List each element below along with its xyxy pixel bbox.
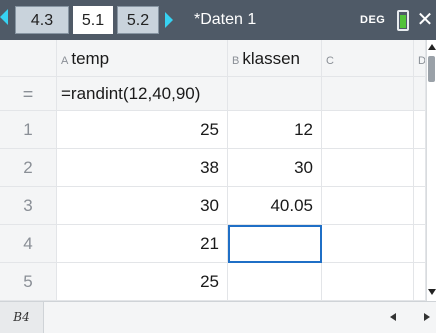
cell-c[interactable] bbox=[322, 225, 414, 263]
title-bar: 4.3 5.1 5.2 *Daten 1 DEG ✕ bbox=[0, 0, 436, 40]
scrollbar-thumb[interactable] bbox=[428, 56, 435, 82]
cell-reference: B4 bbox=[0, 302, 44, 333]
formula-symbol: = bbox=[22, 84, 34, 104]
table-row: 2 38 30 bbox=[0, 149, 426, 187]
angle-mode-indicator: DEG bbox=[360, 14, 386, 26]
corner-cell[interactable] bbox=[0, 40, 57, 77]
column-letter: D bbox=[418, 55, 426, 67]
column-formula: =randint(12,40,90) bbox=[61, 84, 201, 103]
column-letter: B bbox=[232, 55, 240, 67]
selected-cell-b4[interactable] bbox=[228, 225, 322, 263]
cell-a[interactable]: 38 bbox=[57, 149, 228, 187]
column-name: klassen bbox=[242, 49, 300, 68]
cell-b[interactable]: 12 bbox=[228, 111, 322, 149]
document-title: *Daten 1 bbox=[194, 11, 257, 28]
table-row: 1 25 12 bbox=[0, 111, 426, 149]
row-number[interactable]: 4 bbox=[0, 225, 57, 263]
scroll-up-icon[interactable] bbox=[428, 44, 436, 50]
formula-cell-a[interactable]: =randint(12,40,90) bbox=[57, 77, 228, 111]
cell-d[interactable] bbox=[414, 225, 426, 263]
column-header-row: Atemp Bklassen C D bbox=[0, 40, 426, 77]
arrow-right-icon[interactable] bbox=[165, 12, 173, 28]
column-header-b[interactable]: Bklassen bbox=[228, 40, 322, 77]
cell-d[interactable] bbox=[414, 263, 426, 301]
column-name: temp bbox=[71, 49, 110, 68]
formula-row: = =randint(12,40,90) bbox=[0, 77, 426, 111]
battery-icon bbox=[397, 10, 409, 31]
cell-b[interactable]: 30 bbox=[228, 149, 322, 187]
cell-c[interactable] bbox=[322, 187, 414, 225]
cell-c[interactable] bbox=[322, 111, 414, 149]
row-number[interactable]: 2 bbox=[0, 149, 57, 187]
tab-4-3[interactable]: 4.3 bbox=[15, 6, 69, 34]
row-number[interactable]: 3 bbox=[0, 187, 57, 225]
cell-a[interactable]: 30 bbox=[57, 187, 228, 225]
close-icon[interactable]: ✕ bbox=[414, 0, 436, 40]
tab-5-1[interactable]: 5.1 bbox=[73, 6, 113, 34]
table-row: 3 30 40.05 bbox=[0, 187, 426, 225]
cell-b[interactable]: 40.05 bbox=[228, 187, 322, 225]
column-letter: C bbox=[326, 55, 334, 67]
cell-a[interactable]: 25 bbox=[57, 111, 228, 149]
scroll-right-icon[interactable] bbox=[424, 313, 430, 321]
arrow-left-icon[interactable] bbox=[0, 9, 8, 25]
table-row: 4 21 bbox=[0, 225, 426, 263]
scroll-left-icon[interactable] bbox=[390, 313, 396, 321]
cell-c[interactable] bbox=[322, 263, 414, 301]
column-letter: A bbox=[61, 55, 69, 67]
column-header-d[interactable]: D bbox=[414, 40, 426, 77]
spreadsheet: Atemp Bklassen C D = =randint(12,40,90) … bbox=[0, 40, 426, 301]
cell-c[interactable] bbox=[322, 149, 414, 187]
cell-d[interactable] bbox=[414, 111, 426, 149]
tab-5-2[interactable]: 5.2 bbox=[117, 6, 159, 34]
cell-d[interactable] bbox=[414, 187, 426, 225]
status-bar: B4 bbox=[0, 301, 436, 333]
scroll-down-icon[interactable] bbox=[428, 289, 436, 295]
formula-row-label: = bbox=[0, 77, 57, 111]
vertical-scrollbar[interactable] bbox=[426, 40, 436, 301]
formula-cell-b[interactable] bbox=[228, 77, 322, 111]
row-number[interactable]: 5 bbox=[0, 263, 57, 301]
cell-a[interactable]: 21 bbox=[57, 225, 228, 263]
cell-d[interactable] bbox=[414, 149, 426, 187]
column-header-a[interactable]: Atemp bbox=[57, 40, 228, 77]
formula-cell-d[interactable] bbox=[414, 77, 426, 111]
table-row: 5 25 bbox=[0, 263, 426, 301]
cell-a[interactable]: 25 bbox=[57, 263, 228, 301]
formula-cell-c[interactable] bbox=[322, 77, 414, 111]
row-number[interactable]: 1 bbox=[0, 111, 57, 149]
cell-b[interactable] bbox=[228, 263, 322, 301]
column-header-c[interactable]: C bbox=[322, 40, 414, 77]
